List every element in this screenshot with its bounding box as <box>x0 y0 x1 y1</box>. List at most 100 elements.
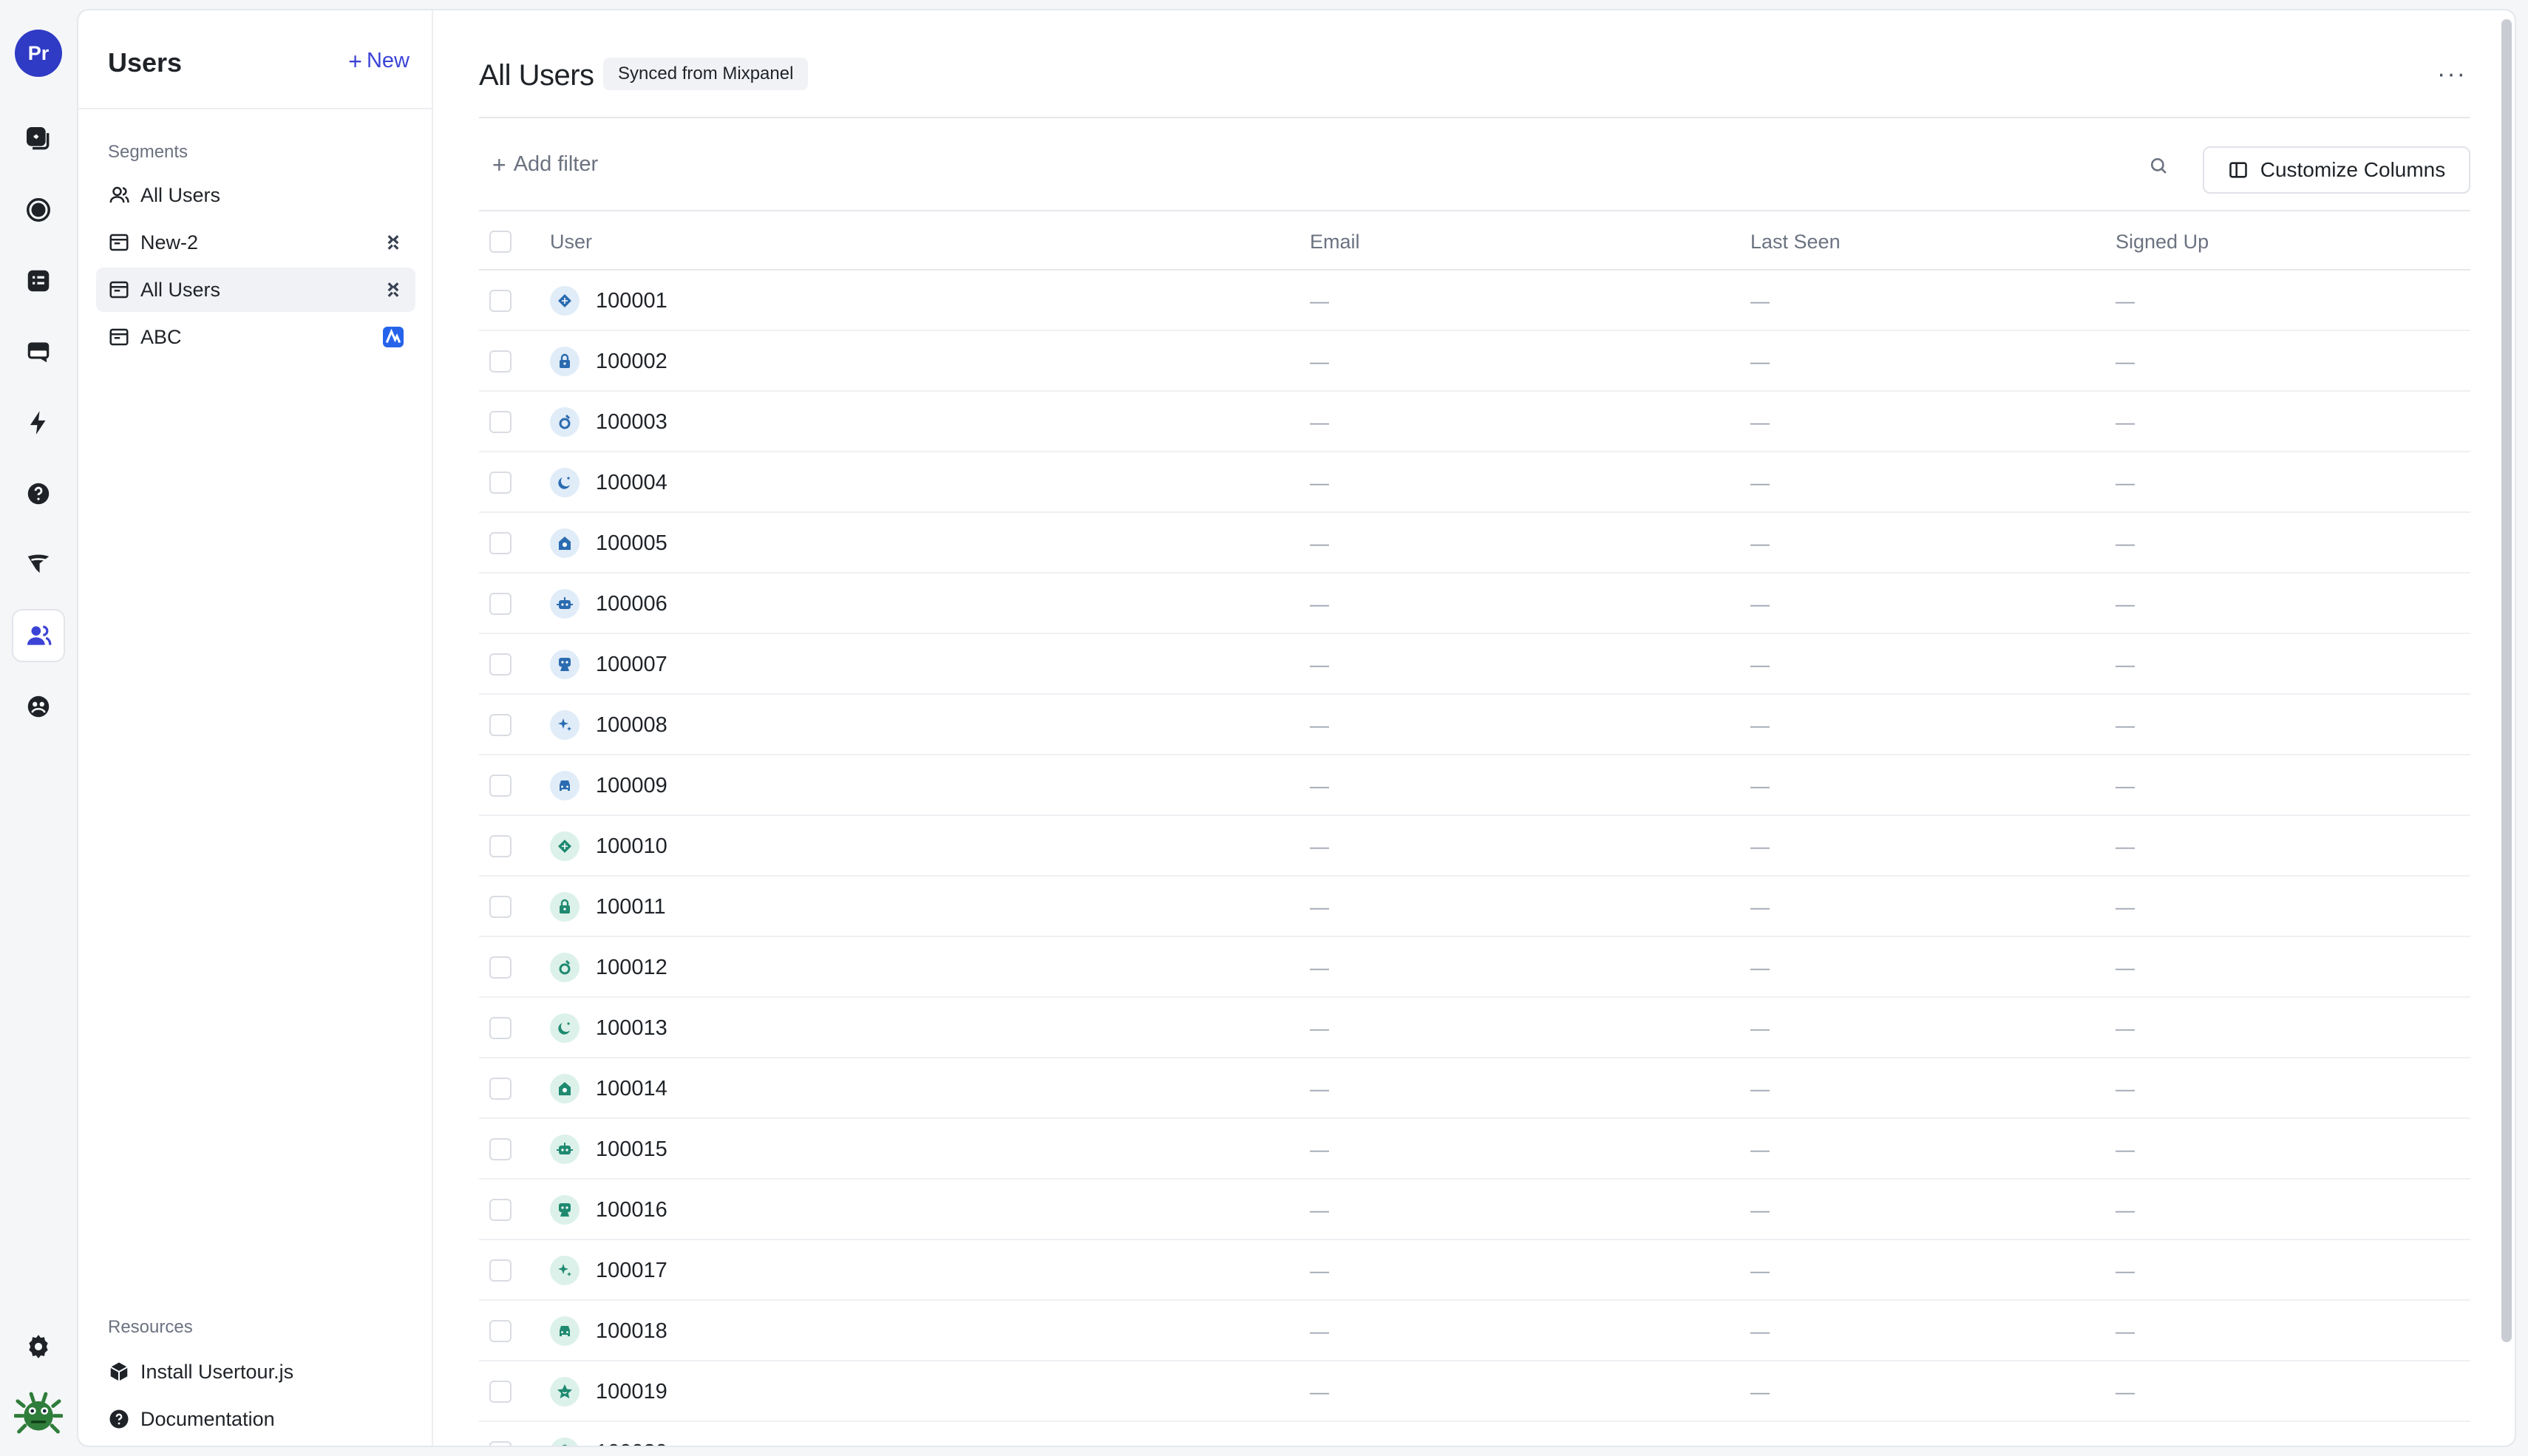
table-row[interactable]: 100013 — — — <box>479 998 2470 1058</box>
flows-icon[interactable] <box>12 112 65 166</box>
more-options-button[interactable]: ··· <box>2433 59 2470 89</box>
row-checkbox[interactable] <box>489 1078 512 1100</box>
table-row[interactable]: 100015 — — — <box>479 1119 2470 1180</box>
users-icon[interactable] <box>12 609 65 662</box>
select-all-checkbox[interactable] <box>489 231 512 253</box>
search-icon[interactable] <box>2145 152 2172 179</box>
user-id[interactable]: 100003 <box>596 410 667 435</box>
user-id[interactable]: 100006 <box>596 592 667 616</box>
table-row[interactable]: 100008 — — — <box>479 695 2470 755</box>
scrollbar[interactable] <box>2501 19 2512 1342</box>
row-checkbox[interactable] <box>489 1441 512 1446</box>
table-row[interactable]: 100019 — — — <box>479 1361 2470 1422</box>
table-row[interactable]: 100005 — — — <box>479 513 2470 574</box>
user-id[interactable]: 100004 <box>596 471 667 495</box>
table-row[interactable]: 100011 — — — <box>479 877 2470 937</box>
row-checkbox[interactable] <box>489 1017 512 1039</box>
table-row[interactable]: 100001 — — — <box>479 271 2470 331</box>
help-icon[interactable] <box>12 467 65 520</box>
row-checkbox[interactable] <box>489 1199 512 1221</box>
user-id[interactable]: 100018 <box>596 1319 667 1344</box>
row-checkbox[interactable] <box>489 835 512 857</box>
row-checkbox[interactable] <box>489 1259 512 1282</box>
row-checkbox[interactable] <box>489 896 512 918</box>
companies-icon[interactable] <box>12 680 65 733</box>
column-header-email[interactable]: Email <box>1310 231 1360 254</box>
user-avatar-icon <box>550 528 580 558</box>
table-row[interactable]: 100003 — — — <box>479 392 2470 452</box>
install-usertour-link[interactable]: Install Usertour.js <box>96 1350 415 1394</box>
table-row[interactable]: 100017 — — — <box>479 1240 2470 1301</box>
user-id[interactable]: 100008 <box>596 713 667 738</box>
segment-item-new-2[interactable]: New-2 <box>96 220 415 265</box>
user-id[interactable]: 100010 <box>596 834 667 859</box>
user-id[interactable]: 100013 <box>596 1016 667 1041</box>
segment-item-all-users[interactable]: All Users <box>96 173 415 217</box>
table-row[interactable]: 100006 — — — <box>479 574 2470 634</box>
actions-icon[interactable] <box>12 396 65 449</box>
page-header: All Users Synced from Mixpanel ··· <box>479 10 2470 118</box>
segment-item-all-users-active[interactable]: All Users <box>96 268 415 312</box>
row-checkbox[interactable] <box>489 411 512 433</box>
new-segment-button[interactable]: + New <box>348 49 410 73</box>
table-row[interactable]: 100014 — — — <box>479 1058 2470 1119</box>
user-id[interactable]: 100005 <box>596 531 667 556</box>
user-id[interactable]: 100012 <box>596 956 667 980</box>
user-id[interactable]: 100016 <box>596 1198 667 1222</box>
user-avatar-icon <box>550 953 580 982</box>
checklist-icon[interactable] <box>12 183 65 237</box>
gear-icon[interactable] <box>12 1320 65 1373</box>
last-seen-cell: — <box>1750 835 1770 857</box>
user-id[interactable]: 100020 <box>596 1440 667 1446</box>
customize-columns-button[interactable]: Customize Columns <box>2203 146 2470 194</box>
user-id[interactable]: 100002 <box>596 350 667 374</box>
user-id[interactable]: 100009 <box>596 774 667 798</box>
table-row[interactable]: 100010 — — — <box>479 816 2470 877</box>
column-header-user[interactable]: User <box>550 231 592 254</box>
add-filter-button[interactable]: + Add filter <box>492 152 598 177</box>
table-row[interactable]: 100016 — — — <box>479 1180 2470 1240</box>
row-checkbox[interactable] <box>489 472 512 494</box>
row-checkbox[interactable] <box>489 1381 512 1403</box>
x-icon[interactable] <box>383 232 404 253</box>
column-header-last-seen[interactable]: Last Seen <box>1750 231 1841 254</box>
table-row[interactable]: 100018 — — — <box>479 1301 2470 1361</box>
row-checkbox[interactable] <box>489 1138 512 1160</box>
signed-up-cell: — <box>2116 775 2135 797</box>
user-avatar-icon <box>550 1438 580 1446</box>
banners-icon[interactable] <box>12 325 65 378</box>
table-row[interactable]: 100007 — — — <box>479 634 2470 695</box>
launchers-icon[interactable] <box>12 254 65 307</box>
row-checkbox[interactable] <box>489 653 512 676</box>
row-checkbox[interactable] <box>489 290 512 312</box>
email-cell: — <box>1310 1320 1329 1342</box>
row-checkbox[interactable] <box>489 350 512 372</box>
user-id[interactable]: 100007 <box>596 653 667 677</box>
user-id[interactable]: 100019 <box>596 1380 667 1404</box>
x-icon[interactable] <box>383 279 404 300</box>
bug-avatar-icon[interactable] <box>12 1388 65 1441</box>
table-row[interactable]: 100009 — — — <box>479 755 2470 816</box>
table-row[interactable]: 100002 — — — <box>479 331 2470 392</box>
table-row[interactable]: 100012 — — — <box>479 937 2470 998</box>
user-id[interactable]: 100015 <box>596 1137 667 1162</box>
table-row[interactable]: 100020 — — — <box>479 1422 2470 1446</box>
user-id[interactable]: 100017 <box>596 1259 667 1283</box>
table-row[interactable]: 100004 — — — <box>479 452 2470 513</box>
row-checkbox[interactable] <box>489 593 512 615</box>
new-segment-label: New <box>366 49 410 72</box>
documentation-link[interactable]: Documentation <box>96 1397 415 1441</box>
user-id[interactable]: 100014 <box>596 1077 667 1101</box>
row-checkbox[interactable] <box>489 956 512 979</box>
add-filter-label: Add filter <box>513 152 599 176</box>
column-header-signed-up[interactable]: Signed Up <box>2116 231 2209 254</box>
row-checkbox[interactable] <box>489 775 512 797</box>
row-checkbox[interactable] <box>489 532 512 554</box>
row-checkbox[interactable] <box>489 1320 512 1342</box>
row-checkbox[interactable] <box>489 714 512 736</box>
workspace-avatar[interactable]: Pr <box>15 30 62 77</box>
user-id[interactable]: 100001 <box>596 289 667 313</box>
segment-item-abc[interactable]: ABC <box>96 315 415 359</box>
user-id[interactable]: 100011 <box>596 895 666 919</box>
surveys-icon[interactable] <box>12 538 65 591</box>
